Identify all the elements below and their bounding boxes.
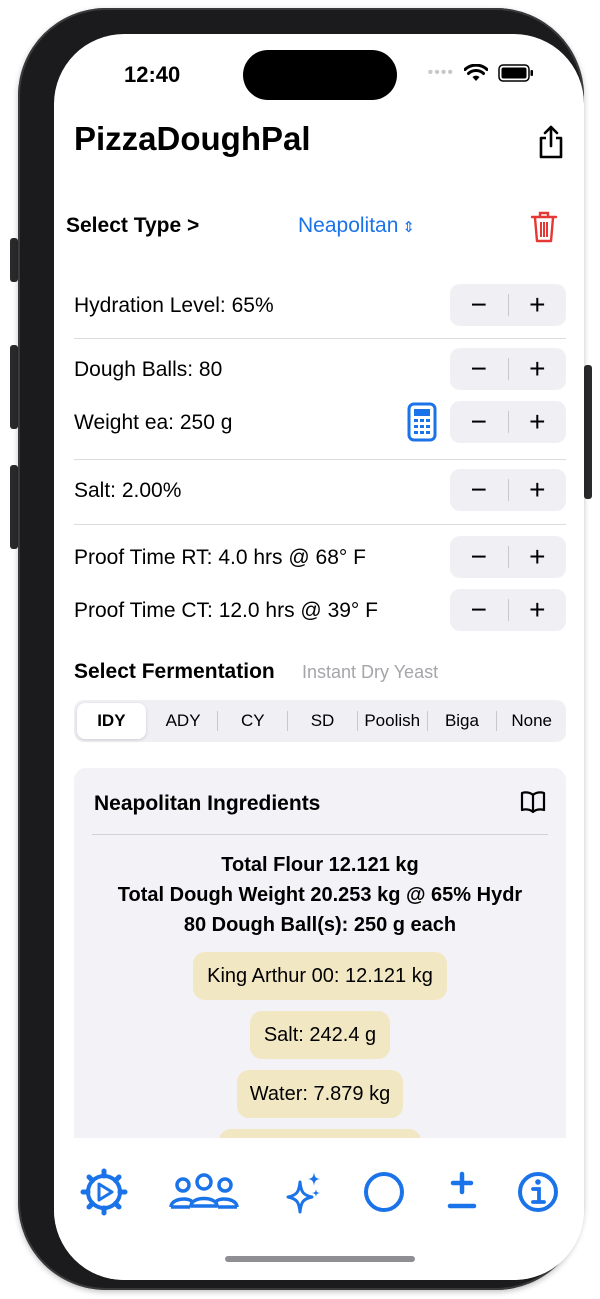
screen: 12:40 •••• PizzaDoughPal Select Type > N… bbox=[54, 34, 584, 1280]
weight-label: Weight ea: 250 g bbox=[74, 411, 233, 434]
weight-minus-button[interactable]: − bbox=[450, 401, 508, 443]
salt-plus-button[interactable]: + bbox=[509, 469, 567, 511]
dough-balls-label: Dough Balls: 80 bbox=[74, 358, 223, 381]
home-indicator[interactable] bbox=[225, 1256, 415, 1262]
hydration-stepper[interactable]: − + bbox=[450, 284, 566, 326]
hydration-plus-button[interactable]: + bbox=[509, 284, 567, 326]
segment-cy[interactable]: CY bbox=[218, 703, 287, 739]
select-type-row: Select Type > Neapolitan ⇕ bbox=[66, 211, 566, 244]
segment-poolish[interactable]: Poolish bbox=[358, 703, 427, 739]
dynamic-island bbox=[243, 50, 397, 100]
signal-dots-icon: •••• bbox=[427, 64, 454, 81]
power-button bbox=[584, 365, 592, 499]
book-icon[interactable] bbox=[520, 790, 546, 814]
status-icons: •••• bbox=[428, 64, 534, 82]
sparkles-icon[interactable] bbox=[280, 1168, 328, 1216]
fermentation-label: Select Fermentation bbox=[74, 660, 275, 683]
segment-idy[interactable]: IDY bbox=[77, 703, 146, 739]
dough-balls-plus-button[interactable]: + bbox=[509, 348, 567, 390]
status-time: 12:40 bbox=[124, 62, 181, 87]
ingredient-pill-flour: King Arthur 00: 12.121 kg bbox=[193, 952, 447, 1000]
segment-sd[interactable]: SD bbox=[288, 703, 357, 739]
total-dough-weight: Total Dough Weight 20.253 kg @ 65% Hydr bbox=[117, 884, 523, 906]
type-picker[interactable]: Neapolitan ⇕ bbox=[298, 214, 415, 238]
card-divider bbox=[92, 834, 548, 835]
divider bbox=[74, 459, 566, 460]
segment-none[interactable]: None bbox=[497, 703, 566, 739]
ingredients-card: Neapolitan Ingredients Total Flour 12.12… bbox=[74, 768, 566, 1177]
wifi-icon bbox=[464, 64, 488, 81]
type-value: Neapolitan bbox=[298, 214, 399, 237]
ingredient-pill-water: Water: 7.879 kg bbox=[237, 1070, 403, 1118]
volume-down-button bbox=[10, 465, 18, 549]
weight-stepper[interactable]: − + bbox=[450, 401, 566, 443]
salt-row: Salt: 2.00% − + bbox=[74, 469, 566, 511]
people-icon[interactable] bbox=[168, 1168, 240, 1216]
dough-balls-minus-button[interactable]: − bbox=[450, 348, 508, 390]
calculator-icon[interactable] bbox=[407, 402, 437, 442]
salt-minus-button[interactable]: − bbox=[450, 469, 508, 511]
share-icon[interactable] bbox=[536, 124, 566, 160]
weight-row: Weight ea: 250 g − + bbox=[74, 401, 566, 443]
weight-plus-button[interactable]: + bbox=[509, 401, 567, 443]
divider bbox=[74, 338, 566, 339]
phone-frame: 12:40 •••• PizzaDoughPal Select Type > N… bbox=[18, 8, 584, 1290]
ingredients-summary: Total Flour 12.121 kg Total Dough Weight… bbox=[74, 850, 566, 940]
volume-up-button bbox=[10, 345, 18, 429]
chevron-up-down-icon: ⇕ bbox=[402, 219, 415, 236]
dough-balls-summary: 80 Dough Ball(s): 250 g each bbox=[183, 914, 457, 936]
app-title: PizzaDoughPal bbox=[74, 120, 311, 157]
dough-balls-stepper[interactable]: − + bbox=[450, 348, 566, 390]
proof-ct-stepper[interactable]: − + bbox=[450, 589, 566, 631]
ingredients-title: Neapolitan Ingredients bbox=[94, 792, 321, 815]
proof-ct-row: Proof Time CT: 12.0 hrs @ 39° F − + bbox=[74, 589, 566, 631]
salt-label: Salt: 2.00% bbox=[74, 479, 182, 502]
proof-ct-minus-button[interactable]: − bbox=[450, 589, 508, 631]
proof-rt-plus-button[interactable]: + bbox=[509, 536, 567, 578]
trash-icon[interactable] bbox=[530, 210, 558, 244]
hydration-minus-button[interactable]: − bbox=[450, 284, 508, 326]
salt-stepper[interactable]: − + bbox=[450, 469, 566, 511]
dough-balls-row: Dough Balls: 80 − + bbox=[74, 348, 566, 390]
segment-biga[interactable]: Biga bbox=[428, 703, 497, 739]
proof-rt-stepper[interactable]: − + bbox=[450, 536, 566, 578]
info-icon[interactable] bbox=[514, 1168, 562, 1216]
fermentation-value: Instant Dry Yeast bbox=[302, 662, 439, 682]
fermentation-row: Select Fermentation Instant Dry Yeast bbox=[74, 660, 566, 688]
divider bbox=[74, 524, 566, 525]
plus-minus-icon[interactable] bbox=[438, 1168, 486, 1216]
hydration-label: Hydration Level: 65% bbox=[74, 294, 274, 317]
circle-icon[interactable] bbox=[360, 1168, 408, 1216]
battery-icon bbox=[498, 64, 533, 82]
proof-rt-label: Proof Time RT: 4.0 hrs @ 68° F bbox=[74, 546, 366, 569]
select-type-label[interactable]: Select Type > bbox=[66, 214, 199, 238]
segment-ady[interactable]: ADY bbox=[149, 703, 218, 739]
proof-rt-row: Proof Time RT: 4.0 hrs @ 68° F − + bbox=[74, 536, 566, 578]
gear-play-icon[interactable] bbox=[80, 1168, 128, 1216]
proof-ct-label: Proof Time CT: 12.0 hrs @ 39° F bbox=[74, 599, 378, 622]
ingredient-pill-salt: Salt: 242.4 g bbox=[250, 1011, 390, 1059]
proof-ct-plus-button[interactable]: + bbox=[509, 589, 567, 631]
total-flour: Total Flour 12.121 kg bbox=[221, 854, 419, 876]
hydration-row: Hydration Level: 65% − + bbox=[74, 284, 566, 326]
action-button bbox=[10, 238, 18, 282]
proof-rt-minus-button[interactable]: − bbox=[450, 536, 508, 578]
fermentation-segmented-control[interactable]: IDY ADY CY SD Poolish Biga None bbox=[74, 700, 566, 742]
